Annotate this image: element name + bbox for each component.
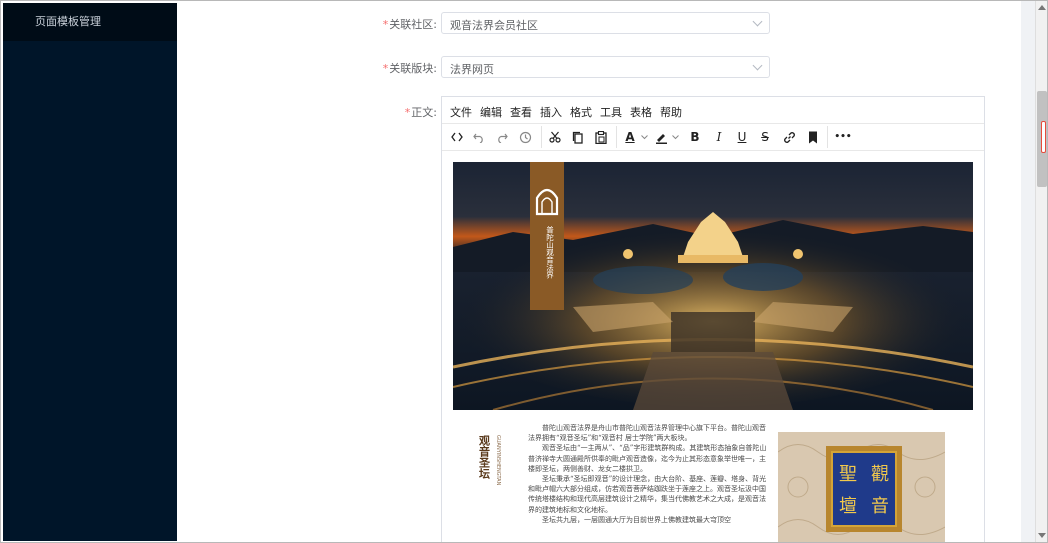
toolbar-divider <box>827 126 828 148</box>
svg-text:觀: 觀 <box>871 464 889 485</box>
menu-help[interactable]: 帮助 <box>660 104 682 120</box>
copy-icon[interactable] <box>569 124 587 150</box>
menu-table[interactable]: 表格 <box>630 104 652 120</box>
scroll-marker <box>1041 121 1046 153</box>
cut-icon[interactable] <box>546 124 564 150</box>
title-pinyin: GUANYINSHENGTAN <box>495 435 501 486</box>
section-select[interactable]: 法界网页 <box>441 56 770 78</box>
highlight-icon[interactable] <box>653 124 669 150</box>
article-body: 普陀山观音法界是舟山市普陀山观音法界管理中心旗下平台。普陀山观音法界拥有“观音圣… <box>528 423 770 525</box>
plaque-photo: 聖 觀 壇 音 <box>778 432 945 542</box>
svg-text:壇: 壇 <box>839 496 857 517</box>
italic-button[interactable]: I <box>710 124 728 150</box>
menu-tools[interactable]: 工具 <box>600 104 622 120</box>
redo-icon[interactable] <box>493 124 511 150</box>
community-label: *关联社区: <box>357 16 437 32</box>
required-mark: * <box>404 106 411 119</box>
bookmark-icon[interactable] <box>804 124 822 150</box>
right-gutter <box>1021 1 1035 542</box>
font-color-icon[interactable]: A <box>622 124 638 150</box>
section-label-text: 关联版块: <box>389 62 437 75</box>
link-icon[interactable] <box>780 124 798 150</box>
paste-icon[interactable] <box>592 124 610 150</box>
rich-text-editor: 文件 编辑 查看 插入 格式 工具 表格 帮助 A B I U S ••• 普陀… <box>441 96 985 542</box>
history-icon[interactable] <box>516 124 534 150</box>
content-label: *正文: <box>357 104 437 120</box>
page-scrollbar[interactable] <box>1035 1 1047 542</box>
app-window: 页面模板管理 *关联社区: 观音法界会员社区 *关联版块: 法界网页 *正文: … <box>0 0 1048 543</box>
svg-text:聖: 聖 <box>839 464 857 485</box>
sidebar: 页面模板管理 <box>3 3 177 541</box>
sidebar-item-page-template[interactable]: 页面模板管理 <box>3 3 177 41</box>
menu-format[interactable]: 格式 <box>570 104 592 120</box>
bold-button[interactable]: B <box>686 124 704 150</box>
editor-menubar: 文件 编辑 查看 插入 格式 工具 表格 帮助 <box>442 97 984 124</box>
logo-text: 普陀山观音法界 <box>545 225 554 280</box>
underline-button[interactable]: U <box>733 124 751 150</box>
paragraph: 观音圣坛由“一主两从”、“品”字形建筑群构成。其建筑形态抽象自普陀山普济禅寺大圆… <box>528 444 767 473</box>
chevron-down-icon[interactable] <box>670 124 680 150</box>
undo-icon[interactable] <box>470 124 488 150</box>
editor-content[interactable]: 普陀山观音法界 观音圣坛 GUANYINSHENGTAN 普陀山观音法界是舟山市… <box>442 151 984 542</box>
chevron-down-icon <box>752 60 763 71</box>
logo-tag: 普陀山观音法界 <box>530 162 564 310</box>
toolbar-divider <box>616 126 617 148</box>
content-label-text: 正文: <box>411 106 437 119</box>
community-select-value: 观音法界会员社区 <box>450 19 538 32</box>
paragraph: 普陀山观音法界是舟山市普陀山观音法界管理中心旗下平台。普陀山观音法界拥有“观音圣… <box>528 424 766 443</box>
menu-edit[interactable]: 编辑 <box>480 104 502 120</box>
more-button[interactable]: ••• <box>832 124 854 150</box>
menu-insert[interactable]: 插入 <box>540 104 562 120</box>
community-select[interactable]: 观音法界会员社区 <box>441 12 770 34</box>
scroll-up-icon[interactable] <box>1038 5 1046 10</box>
editor-toolbar: A B I U S ••• <box>442 124 984 151</box>
chevron-down-icon <box>752 16 763 27</box>
section-select-value: 法界网页 <box>450 63 494 76</box>
strikethrough-button[interactable]: S <box>756 124 774 150</box>
font-color-glyph: A <box>625 130 635 144</box>
svg-text:音: 音 <box>871 496 889 517</box>
required-mark: * <box>382 62 389 75</box>
aerial-night-photo: 普陀山观音法界 <box>453 162 973 410</box>
code-icon[interactable] <box>448 124 466 150</box>
main-panel: *关联社区: 观音法界会员社区 *关联版块: 法界网页 *正文: 文件 编辑 查… <box>177 1 1021 542</box>
scroll-down-icon[interactable] <box>1038 533 1046 538</box>
title-calligraphy: 观音圣坛 <box>478 435 492 480</box>
paragraph: 圣坛秉承“圣坛即观音”的设计理念，由大台阶、基座、莲瓣、塔身、背光和毗卢帽六大部… <box>528 475 767 514</box>
menu-file[interactable]: 文件 <box>450 104 472 120</box>
required-mark: * <box>382 18 389 31</box>
community-label-text: 关联社区: <box>389 18 437 31</box>
vertical-title: 观音圣坛 GUANYINSHENGTAN <box>476 431 504 521</box>
toolbar-divider <box>541 126 542 148</box>
paragraph: 圣坛共九层，一层圆通大厅为目前世界上佛教建筑最大穹顶空 <box>542 515 731 524</box>
section-label: *关联版块: <box>357 60 437 76</box>
menu-view[interactable]: 查看 <box>510 104 532 120</box>
chevron-down-icon[interactable] <box>639 124 649 150</box>
